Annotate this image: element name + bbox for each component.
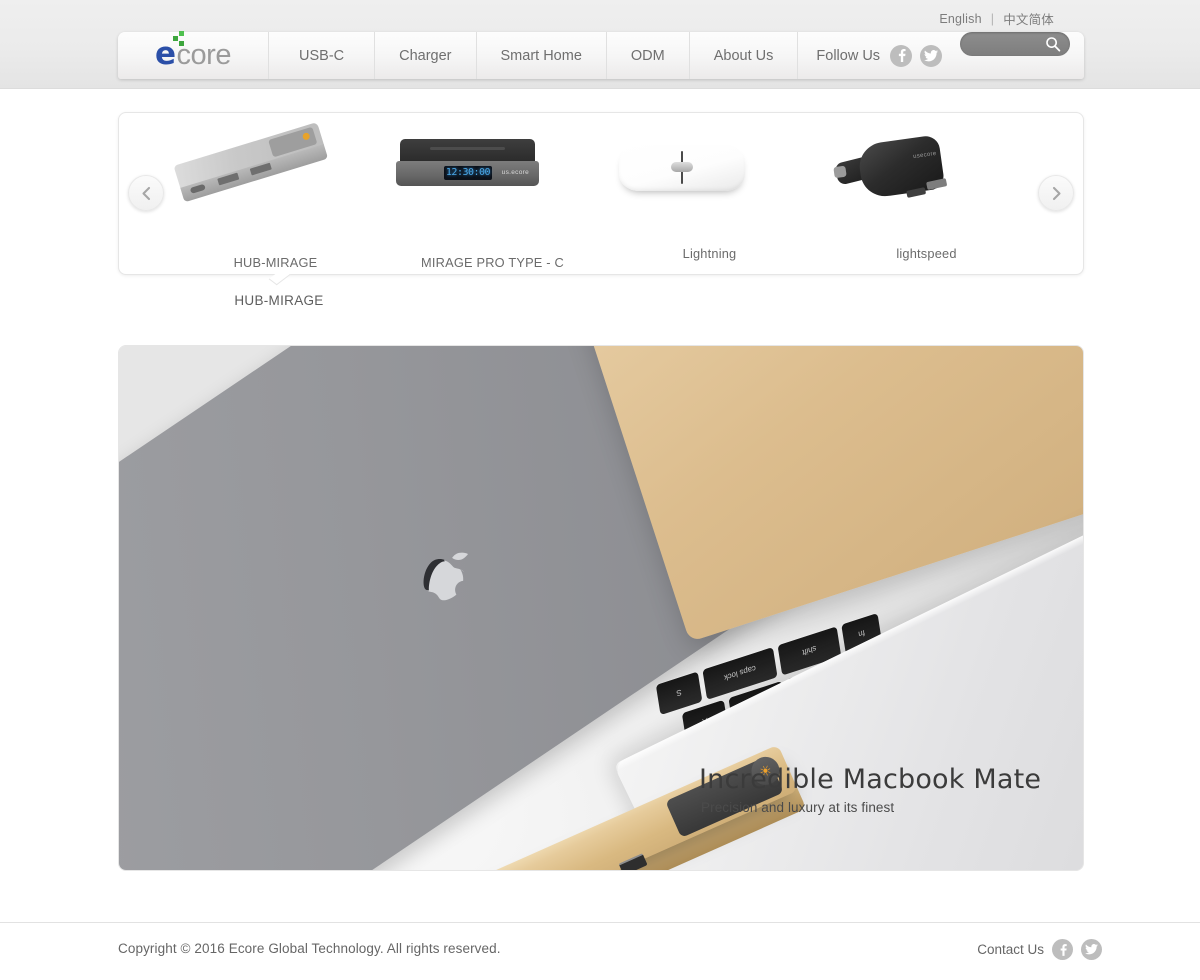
carousel-item-hub-mirage[interactable]: HUB-MIRAGE [167, 113, 384, 274]
device-brand-text: us.ecore [501, 169, 529, 176]
selected-product-label: HUB-MIRAGE [234, 293, 324, 308]
site-footer: Copyright © 2016 Ecore Global Technology… [0, 923, 1200, 980]
language-option-english[interactable]: English [939, 12, 981, 26]
copyright-text: Copyright © 2016 Ecore Global Technology… [118, 941, 501, 956]
logo-pixel-icon [179, 41, 185, 46]
selected-product-tab: HUB-MIRAGE [166, 268, 392, 308]
nav-item-odm[interactable]: ODM [607, 32, 690, 79]
nav-item-about-us[interactable]: About Us [690, 32, 799, 79]
chevron-right-icon [1052, 186, 1061, 200]
search-box[interactable] [960, 32, 1070, 56]
main-navbar: e core USB-C Charger Smart Home ODM Abou… [118, 31, 1084, 79]
carousel-item-label: Lightning [682, 246, 737, 261]
product-image-car-charger: usecore [818, 113, 1035, 221]
carousel-item-label: HUB-MIRAGE [233, 255, 318, 270]
contact-group: Contact Us [977, 939, 1102, 960]
logo-word-core: core [176, 39, 232, 71]
language-separator: | [990, 11, 995, 26]
carousel-item-label: lightspeed [896, 246, 957, 261]
language-switcher: English | 中文简体 [939, 9, 1054, 28]
contact-us-label[interactable]: Contact Us [977, 942, 1044, 957]
chevron-left-icon [141, 186, 150, 200]
carousel-prev-button[interactable] [128, 175, 164, 211]
hero-title: Incredible Macbook Mate [699, 764, 1042, 795]
nav-item-usb-c[interactable]: USB-C [269, 32, 376, 79]
language-option-chinese[interactable]: 中文简体 [1003, 9, 1054, 28]
nav-item-charger[interactable]: Charger [375, 32, 477, 79]
hero-text-block: Incredible Macbook Mate Precision and lu… [699, 764, 1041, 815]
product-carousel: HUB-MIRAGE 12:30:00 us.ecore MIRAGE PRO … [118, 112, 1084, 275]
logo-pixel-icon [179, 31, 185, 36]
twitter-icon[interactable] [1081, 939, 1102, 960]
nav-item-smart-home[interactable]: Smart Home [477, 32, 607, 79]
twitter-icon[interactable] [920, 44, 943, 67]
product-image-silver-usb-hub [167, 113, 384, 221]
carousel-track: HUB-MIRAGE 12:30:00 us.ecore MIRAGE PRO … [167, 113, 1035, 274]
carousel-next-button[interactable] [1038, 175, 1074, 211]
search-icon[interactable] [1045, 36, 1061, 52]
carousel-item-lightning[interactable]: Lightning [601, 113, 818, 274]
carousel-item-label: MIRAGE PRO TYPE - C [421, 255, 564, 270]
carousel-item-lightspeed[interactable]: usecore lightspeed [818, 113, 1035, 274]
hero-subtitle: Precision and luxury at its finest [701, 800, 895, 815]
product-image-white-device [601, 113, 818, 221]
facebook-icon[interactable] [890, 44, 913, 67]
follow-us-group: Follow Us [798, 32, 960, 79]
device-display-text: 12:30:00 [444, 166, 492, 180]
logo-letter-e: e [155, 36, 176, 72]
product-image-clock-dock: 12:30:00 us.ecore [384, 113, 601, 221]
follow-us-label: Follow Us [816, 47, 881, 64]
carousel-item-mirage-pro-type-c[interactable]: 12:30:00 us.ecore MIRAGE PRO TYPE - C [384, 113, 601, 274]
hero-banner[interactable]: S caps lock shift fn A tab return Q Z op… [118, 345, 1084, 871]
facebook-icon[interactable] [1052, 939, 1073, 960]
site-logo[interactable]: e core [118, 31, 269, 79]
logo-pixel-icon [173, 36, 179, 41]
